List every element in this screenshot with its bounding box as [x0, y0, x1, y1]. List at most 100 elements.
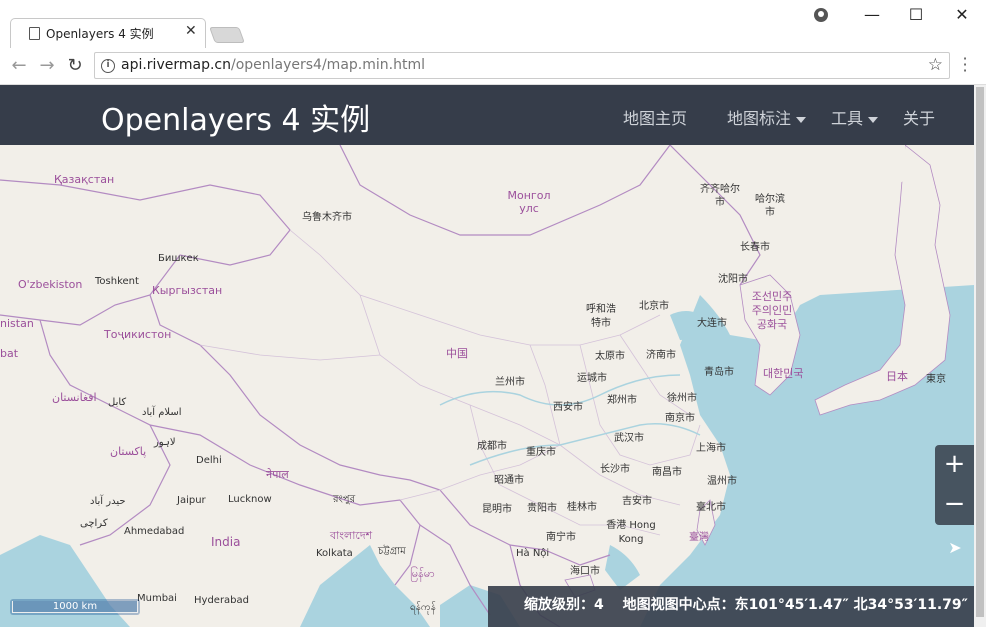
map-city-label: Toshkent — [95, 276, 139, 287]
map-city-label: 昭通市 — [494, 475, 524, 486]
close-tab-icon[interactable]: ✕ — [185, 23, 197, 39]
zoom-out-button[interactable]: − — [935, 485, 974, 525]
map-country-label: Қазақстан — [54, 173, 115, 186]
map-city-label: كابل — [108, 397, 127, 408]
zoom-in-button[interactable]: + — [935, 445, 974, 485]
map-city-label: 昆明市 — [482, 504, 512, 515]
map-city-label: 西安市 — [553, 402, 583, 413]
map-city-label: Kolkata — [316, 548, 353, 559]
url-text: api.rivermap.cn/openlayers4/map.min.html — [121, 57, 425, 73]
map-country-label: پاکستان — [110, 445, 147, 458]
caret-down-icon — [868, 116, 879, 123]
map-city-label: 上海市 — [696, 443, 726, 454]
browser-titlebar: Openlayers 4 实例 ✕ — ☐ ✕ — [0, 0, 986, 48]
map-city-label: 青岛市 — [704, 367, 734, 378]
map-city-label: 桂林市 — [567, 502, 597, 513]
app-brand[interactable]: Openlayers 4 实例 — [101, 95, 370, 139]
map-city-label: 南宁市 — [546, 532, 576, 543]
menu-dots-icon[interactable]: · · · — [960, 51, 970, 79]
map-city-label: 乌鲁木齐市 — [302, 212, 352, 223]
map-city-label: 哈尔滨市 — [755, 194, 785, 218]
back-arrow-icon[interactable]: ← — [8, 56, 30, 78]
map-country-label: India — [211, 535, 241, 549]
map-city-label: اسلام آباد — [142, 407, 182, 418]
map-city-label: لاہور — [154, 437, 176, 448]
scrollbar-thumb[interactable] — [976, 87, 984, 617]
map-country-label: Монгол улс — [507, 189, 551, 215]
map-country-label: nistan — [0, 317, 34, 330]
nav-home[interactable]: 地图主页 — [623, 105, 687, 129]
caret-down-icon — [796, 116, 807, 123]
address-bar[interactable]: i api.rivermap.cn/openlayers4/map.min.ht… — [94, 52, 950, 79]
map-city-label: حیدر آباد — [90, 496, 126, 507]
map-city-label: 济南市 — [646, 350, 676, 361]
map-city-label: کراچی — [80, 518, 108, 529]
map-city-label: চট্টগ্রাম — [378, 546, 406, 557]
document-icon — [29, 27, 40, 40]
close-window-button[interactable]: ✕ — [947, 4, 977, 26]
app-navbar: Openlayers 4 实例 地图主页 地图标注 工具 关于 — [0, 85, 974, 145]
account-icon[interactable] — [814, 8, 828, 22]
nav-about[interactable]: 关于 — [903, 105, 935, 129]
map-city-label: 成都市 — [477, 441, 507, 452]
map-city-label: Бишкек — [158, 253, 199, 264]
map-country-label: বাংলাদেশ — [330, 529, 373, 542]
map-city-label: Lucknow — [228, 494, 272, 505]
map-city-label: রংপুর — [333, 494, 356, 505]
map-city-label: 臺北市 — [696, 502, 726, 513]
nav-tools[interactable]: 工具 — [831, 105, 879, 129]
bookmark-star-icon[interactable]: ☆ — [928, 55, 943, 75]
map-city-label: Mumbai — [137, 593, 177, 604]
map-city-label: 臺灣 — [689, 532, 709, 543]
map-city-label: 长沙市 — [600, 464, 630, 475]
map-city-label: Hà Nội — [516, 548, 550, 559]
map-city-label: 呼和浩特市 — [586, 304, 616, 329]
map-city-label: 南京市 — [665, 413, 695, 424]
map-country-label: O'zbekiston — [18, 278, 83, 291]
locate-arrow-icon[interactable]: ➤ — [944, 537, 966, 559]
map-country-label: မြန်မာ — [410, 567, 435, 580]
map-city-label: 兰州市 — [495, 377, 525, 388]
map-city-label: 长春市 — [740, 242, 770, 253]
map-city-label: 沈阳市 — [718, 274, 748, 285]
map-city-label: 重庆市 — [526, 447, 556, 458]
map-city-label: 吉安市 — [622, 496, 652, 507]
map-canvas[interactable]: Қазақстан O'zbekiston Кыргызстан Тоҷикис… — [0, 145, 974, 627]
map-country-label: 日本 — [886, 370, 908, 383]
map-city-label: 北京市 — [639, 301, 669, 312]
map-city-label: 贵阳市 — [527, 503, 557, 514]
map-country-label: 대한민국 — [763, 367, 804, 380]
map-status-bar: 缩放级别：4 地图视图中心点：东101°45′1.47″ 北34°53′11.7… — [488, 586, 974, 627]
map-city-label: ရန်ကုန် — [410, 602, 436, 613]
map-country-label: Кыргызстан — [152, 284, 223, 297]
map-country-label: افغانستان — [52, 391, 97, 404]
map-city-label: 温州市 — [707, 476, 737, 487]
minimize-button[interactable]: — — [857, 4, 887, 26]
browser-toolbar: ← → ↻ i api.rivermap.cn/openlayers4/map.… — [0, 48, 986, 85]
map-city-label: Jaipur — [177, 495, 206, 506]
map-city-label: 武汉市 — [614, 433, 644, 444]
info-icon[interactable]: i — [101, 59, 115, 73]
scale-line: 1000 km — [10, 599, 140, 615]
map-city-label: Hyderabad — [194, 595, 249, 606]
map-country-label: नेपाल — [266, 468, 289, 481]
reload-icon[interactable]: ↻ — [64, 56, 86, 78]
map-base-layer — [0, 145, 974, 627]
map-city-label: 南昌市 — [652, 467, 682, 478]
nav-map-markers[interactable]: 地图标注 — [727, 105, 807, 129]
map-country-label: bat — [0, 347, 19, 360]
map-country-label: 中国 — [446, 347, 468, 360]
map-city-label: 香港 Hong Kong — [606, 520, 656, 545]
zoom-control: + − — [935, 445, 974, 525]
forward-arrow-icon[interactable]: → — [36, 56, 58, 78]
map-country-label: 조선민주주의인민공화국 — [751, 290, 793, 331]
map-city-label: 郑州市 — [607, 395, 637, 406]
maximize-button[interactable]: ☐ — [901, 4, 931, 26]
new-tab-button[interactable] — [209, 27, 245, 43]
browser-tab[interactable]: Openlayers 4 实例 ✕ — [10, 18, 206, 48]
map-city-label: 東京 — [926, 374, 946, 385]
map-city-label: Ahmedabad — [124, 526, 185, 537]
map-city-label: Delhi — [196, 455, 222, 466]
map-city-label: 齐齐哈尔市 — [700, 184, 740, 208]
map-country-label: Тоҷикистон — [104, 328, 172, 341]
